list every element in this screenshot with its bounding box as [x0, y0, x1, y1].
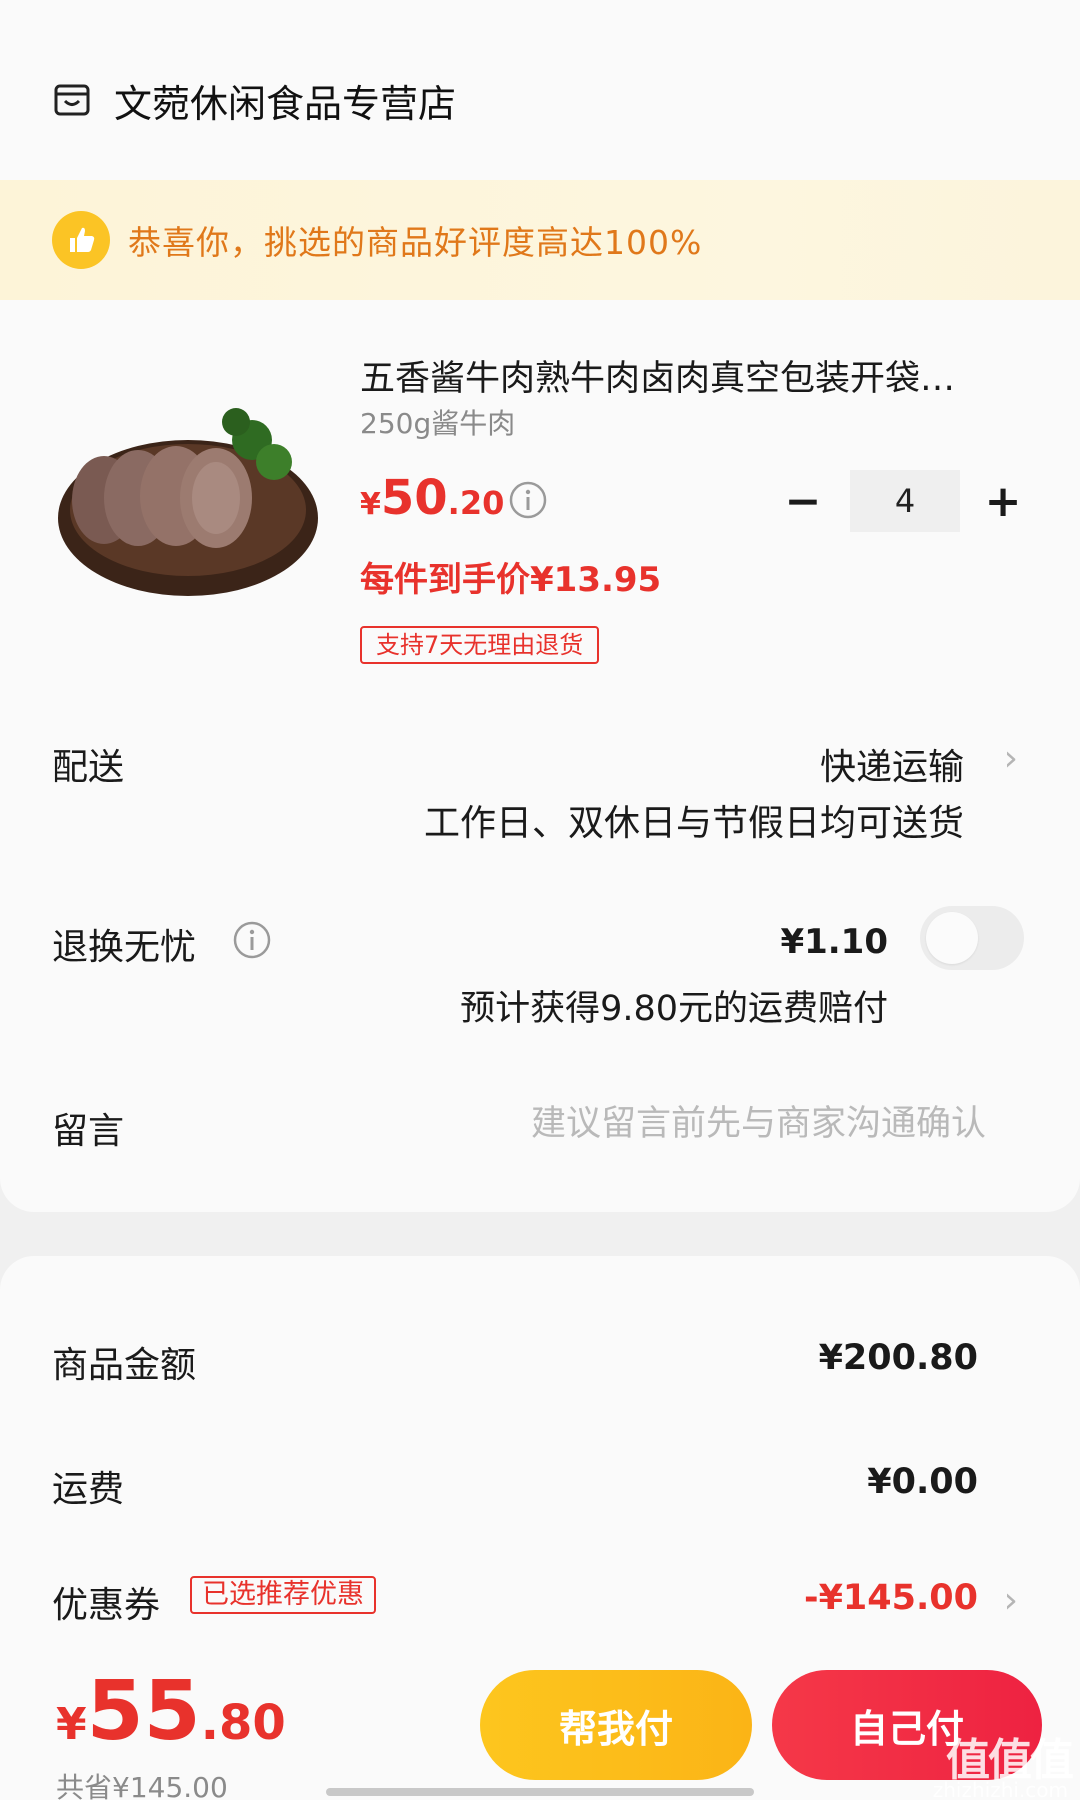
- rating-banner-text: 恭喜你，挑选的商品好评度高达100%: [128, 223, 703, 262]
- store-icon: [54, 84, 90, 116]
- checkout-page: 文菀休闲食品专营店 恭喜你，挑选的商品好评度高达100% 五香酱牛肉熟牛肉卤肉真…: [0, 0, 1080, 1800]
- coupon-chevron-icon[interactable]: ›: [1004, 1580, 1018, 1621]
- rating-banner: 恭喜你，挑选的商品好评度高达100%: [0, 180, 1080, 300]
- product-price: ¥ 50 .20: [360, 470, 504, 534]
- product-image[interactable]: [52, 370, 324, 610]
- watermark-url: zhizhizhi.com: [932, 1778, 1068, 1800]
- decrease-quantity-button[interactable]: −: [778, 470, 828, 532]
- price-currency: ¥: [360, 487, 381, 522]
- product-title[interactable]: 五香酱牛肉熟牛肉卤肉真空包装开袋…: [360, 350, 1028, 401]
- message-label: 留言: [52, 1111, 125, 1152]
- total-decimal: .80: [200, 1695, 286, 1751]
- total-saved: 共省¥145.00: [56, 1771, 228, 1800]
- toggle-knob: [926, 912, 978, 964]
- return-service-price: ¥1.10: [780, 922, 888, 962]
- store-name: 文菀休闲食品专营店: [114, 81, 457, 126]
- delivery-schedule: 工作日、双休日与节假日均可送货: [423, 803, 964, 844]
- price-integer: 50: [380, 470, 448, 526]
- order-card: 文菀休闲食品专营店 恭喜你，挑选的商品好评度高达100% 五香酱牛肉熟牛肉卤肉真…: [0, 0, 1080, 1212]
- store-header[interactable]: 文菀休闲食品专营店: [52, 72, 456, 128]
- return-service-label: 退换无忧: [52, 927, 197, 968]
- total-integer: 55: [86, 1664, 201, 1759]
- delivery-label: 配送: [52, 747, 125, 788]
- coupon-recommended-tag: 已选推荐优惠: [190, 1576, 376, 1614]
- coupon-value[interactable]: -¥145.00: [804, 1578, 978, 1618]
- home-indicator[interactable]: [326, 1788, 754, 1796]
- shipping-fee-label: 运费: [52, 1469, 125, 1510]
- price-decimal: .20: [447, 484, 505, 522]
- coupon-label: 优惠券: [52, 1585, 161, 1626]
- goods-amount-label: 商品金额: [52, 1345, 197, 1386]
- increase-quantity-button[interactable]: +: [978, 470, 1028, 532]
- refund-policy-tag: 支持7天无理由退货: [360, 626, 600, 664]
- price-info-icon[interactable]: [508, 480, 548, 520]
- return-service-info-icon[interactable]: [232, 920, 272, 960]
- goods-amount-value: ¥200.80: [818, 1338, 978, 1378]
- return-service-description: 预计获得9.80元的运费赔付: [460, 989, 888, 1029]
- unit-final-price: 每件到手价¥13.95: [360, 560, 662, 600]
- return-service-toggle[interactable]: [920, 906, 1024, 970]
- product-spec: 250g酱牛肉: [360, 407, 516, 440]
- quantity-value[interactable]: 4: [850, 470, 960, 532]
- delivery-method[interactable]: 快递运输: [820, 738, 964, 790]
- thumbs-up-icon: [52, 211, 110, 269]
- checkout-bottom-bar: ¥ 55 .80 共省¥145.00 帮我付 自己付 值值值 zhizhizhi…: [0, 1640, 1080, 1800]
- shipping-fee-value: ¥0.00: [867, 1462, 978, 1502]
- delivery-chevron-icon[interactable]: ›: [1004, 738, 1018, 779]
- quantity-stepper: − 4 +: [778, 470, 1028, 532]
- total-currency: ¥: [56, 1699, 87, 1750]
- total-price: ¥ 55 .80: [56, 1664, 286, 1759]
- message-input[interactable]: [384, 1098, 988, 1150]
- help-me-pay-button[interactable]: 帮我付: [480, 1670, 752, 1780]
